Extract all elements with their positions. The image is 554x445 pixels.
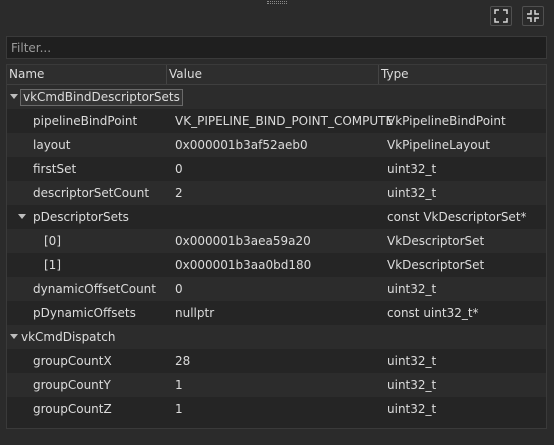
tree-row[interactable]: pDescriptorSets const VkDescriptorSet*: [7, 205, 546, 229]
tree-row[interactable]: groupCountZ 1 uint32_t: [7, 397, 546, 421]
row-type: uint32_t: [387, 402, 437, 416]
tree-rows: vkCmdBindDescriptorSets pipelineBindPoint…: [7, 85, 546, 421]
row-type: uint32_t: [387, 282, 437, 296]
filter-box: [6, 36, 547, 59]
expand-arrow-icon[interactable]: [10, 94, 18, 99]
row-name: pDescriptorSets: [33, 210, 129, 224]
row-value: VK_PIPELINE_BIND_POINT_COMPUTE: [175, 114, 394, 128]
row-type: VkPipelineBindPoint: [387, 114, 506, 128]
row-type: VkPipelineLayout: [387, 138, 490, 152]
restore-button[interactable]: [522, 6, 544, 26]
row-name: descriptorSetCount: [33, 186, 150, 200]
drag-handle[interactable]: [267, 1, 287, 4]
row-type: VkDescriptorSet: [387, 234, 485, 248]
fullscreen-expand-icon: [494, 9, 508, 23]
row-type: uint32_t: [387, 186, 437, 200]
row-value: nullptr: [175, 306, 215, 320]
row-name: [0]: [44, 234, 61, 248]
tree-header: Name Value Type: [7, 65, 546, 85]
row-name: vkCmdDispatch: [21, 330, 116, 344]
tree-row[interactable]: [1] 0x000001b3aa0bd180 VkDescriptorSet: [7, 253, 546, 277]
column-header-value[interactable]: Value: [167, 65, 379, 84]
row-value: 0x000001b3af52aeb0: [175, 138, 308, 152]
row-name: vkCmdBindDescriptorSets: [20, 85, 183, 109]
row-name: layout: [33, 138, 71, 152]
row-value: 28: [175, 354, 191, 368]
row-value: 0: [175, 282, 183, 296]
row-name: pipelineBindPoint: [33, 114, 138, 128]
column-header-type[interactable]: Type: [379, 65, 546, 84]
row-name: firstSet: [33, 162, 77, 176]
fullscreen-collapse-icon: [527, 10, 539, 22]
tree-row[interactable]: layout 0x000001b3af52aeb0 VkPipelineLayout: [7, 133, 546, 157]
row-name: [1]: [44, 258, 61, 272]
row-value: 2: [175, 186, 183, 200]
row-name: dynamicOffsetCount: [33, 282, 156, 296]
row-type: uint32_t: [387, 354, 437, 368]
tree-row[interactable]: vkCmdBindDescriptorSets: [7, 85, 546, 109]
row-type: VkDescriptorSet: [387, 258, 485, 272]
row-name: groupCountY: [33, 378, 111, 392]
row-value: 1: [175, 402, 183, 416]
tree-row[interactable]: descriptorSetCount 2 uint32_t: [7, 181, 546, 205]
tree-row[interactable]: pDynamicOffsets nullptr const uint32_t*: [7, 301, 546, 325]
tree-row[interactable]: pipelineBindPoint VK_PIPELINE_BIND_POINT_…: [7, 109, 546, 133]
tree-row[interactable]: vkCmdDispatch: [7, 325, 546, 349]
row-name: groupCountX: [33, 354, 112, 368]
row-type: uint32_t: [387, 378, 437, 392]
tree-row[interactable]: groupCountX 28 uint32_t: [7, 349, 546, 373]
filter-input[interactable]: [7, 37, 546, 58]
row-value: 0x000001b3aea59a20: [175, 234, 311, 248]
row-value: 0x000001b3aa0bd180: [175, 258, 312, 272]
row-type: const VkDescriptorSet*: [387, 210, 527, 224]
maximize-button[interactable]: [490, 6, 512, 26]
tree-row[interactable]: dynamicOffsetCount 0 uint32_t: [7, 277, 546, 301]
expand-arrow-icon[interactable]: [10, 334, 18, 339]
column-header-name[interactable]: Name: [7, 65, 167, 84]
selected-row-label: vkCmdBindDescriptorSets: [20, 89, 183, 106]
row-value: 0: [175, 162, 183, 176]
tree-row[interactable]: firstSet 0 uint32_t: [7, 157, 546, 181]
row-type: const uint32_t*: [387, 306, 479, 320]
tree-row[interactable]: groupCountY 1 uint32_t: [7, 373, 546, 397]
row-name: pDynamicOffsets: [33, 306, 136, 320]
row-name: groupCountZ: [33, 402, 112, 416]
tree-row[interactable]: [0] 0x000001b3aea59a20 VkDescriptorSet: [7, 229, 546, 253]
expand-arrow-icon[interactable]: [18, 214, 26, 219]
row-type: uint32_t: [387, 162, 437, 176]
api-call-tree: Name Value Type vkCmdBindDescriptorSets p…: [6, 64, 547, 429]
row-value: 1: [175, 378, 183, 392]
